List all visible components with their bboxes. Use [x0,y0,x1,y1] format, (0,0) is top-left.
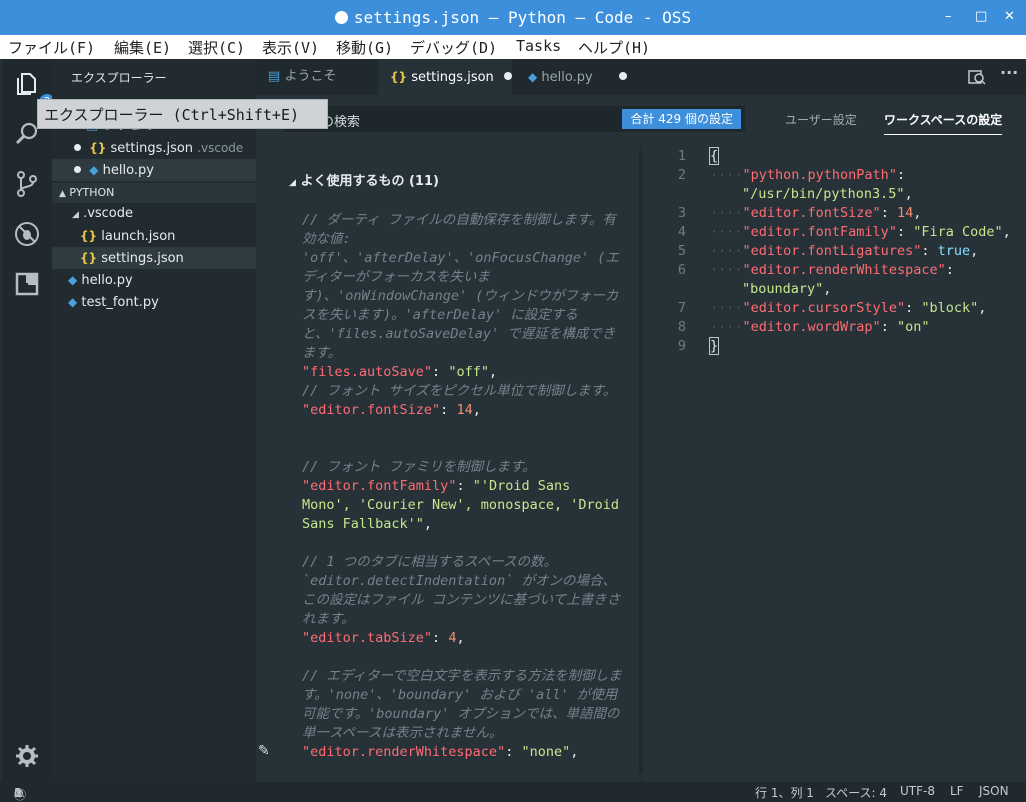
settings-search-input[interactable]: の検索 合計 429 個の設定 [283,106,745,132]
default-settings-pane: ◢ よく使用するもの (11) // ダーティ ファイルの自動保存を制御します。… [256,144,643,782]
line-number: 8 [677,319,686,335]
open-side-icon[interactable] [968,68,986,86]
python-file-icon: ◆ [528,70,538,84]
unsaved-dot-icon[interactable] [503,72,512,80]
python-file-icon: ◆ [68,273,78,287]
json-file-icon: {} [390,70,408,84]
sidebar-title: エクスプローラー [71,71,167,85]
line-number: 3 [677,205,686,221]
extensions-icon[interactable] [13,270,41,298]
explorer-sidebar: エクスプローラー ▤ ようこそ {} settings.json .vscode… [52,59,256,782]
menu-file[interactable]: ファイル(F) [8,37,95,58]
editor-tab-bar: ▤ ようこそ {} settings.json ◆ hello.py ··· [256,59,1026,95]
line-number: 9 [677,338,686,354]
text-cursor: { [708,147,720,165]
chevron-down-icon: ▲ [59,189,66,199]
menu-edit[interactable]: 編集(E) [114,37,171,58]
workspace-settings-editor[interactable]: 1 2 3 4 5 6 7 8 9 { ····"python.pythonPa… [641,144,1026,782]
status-bar: ⊗ 1 ⚠ 0 ⓘ 3 行 1、列 1 スペース: 4 UTF-8 LF JSO… [0,782,1026,802]
line-number: 7 [677,300,686,316]
menu-selection[interactable]: 選択(C) [188,37,245,58]
tab-hello-py[interactable]: ◆ hello.py [512,59,632,95]
cursor-position[interactable]: 行 1、列 1 [755,784,814,801]
settings-count-badge: 合計 429 個の設定 [622,109,741,129]
folder-section-header[interactable]: ▲ PYTHON [52,183,256,203]
unsaved-dot-icon [334,11,348,24]
chevron-down-icon: ◢ [289,178,296,188]
json-file-icon: {} [80,229,98,243]
user-settings-tab[interactable]: ユーザー設定 [785,111,857,128]
open-editor-hello[interactable]: ◆ hello.py [52,159,256,181]
python-file-icon: ◆ [89,163,99,177]
group-header[interactable]: ◢ よく使用するもの (11) [289,170,439,189]
gear-icon[interactable] [13,742,41,770]
unsaved-dot-icon[interactable] [618,72,627,80]
json-file-icon: {} [80,251,98,265]
menu-bar: ファイル(F) 編集(E) 選択(C) 表示(V) 移動(G) デバッグ(D) … [0,35,1026,59]
json-file-icon: {} [89,141,107,155]
setting-block: // 1 つのタブに相当するスペースの数。`editor.detectInden… [302,554,621,646]
maximize-button[interactable]: □ [975,9,987,24]
debug-icon[interactable] [13,220,41,248]
tab-welcome[interactable]: ▤ ようこそ [256,59,378,95]
source-control-icon[interactable] [13,170,41,198]
line-number: 5 [677,243,686,259]
workspace-settings-tab[interactable]: ワークスペースの設定 [884,111,1003,135]
setting-block: // エディターで空白文字を表示する方法を制御します。'none'、'bound… [302,668,622,760]
menu-debug[interactable]: デバッグ(D) [410,37,497,58]
unsaved-dot-icon [74,144,81,151]
close-button[interactable]: ✕ [1004,9,1015,24]
open-editor-settings[interactable]: {} settings.json .vscode [52,137,256,159]
tab-settings-json[interactable]: {} settings.json [378,59,512,95]
encoding[interactable]: UTF-8 [900,784,935,798]
tree-item-launch[interactable]: {} launch.json [52,225,256,247]
python-file-icon: ◆ [68,295,78,309]
menu-help[interactable]: ヘルプ(H) [578,37,650,58]
minimize-button[interactable]: – [945,9,952,24]
explorer-tooltip: エクスプローラー (Ctrl+Shift+E) [37,99,328,129]
window-title: settings.json — Python — Code - OSS [0,8,1026,27]
menu-go[interactable]: 移動(G) [336,37,393,58]
line-ending[interactable]: LF [950,784,964,798]
menu-tasks[interactable]: Tasks [516,37,561,55]
tree-item-settings[interactable]: {} settings.json [52,247,256,269]
language-mode[interactable]: JSON [979,784,1009,798]
setting-block: // フォント サイズをピクセル単位で制御します。 "editor.fontSi… [302,383,617,418]
title-bar: settings.json — Python — Code - OSS – □ … [0,0,1026,35]
chevron-down-icon: ◢ [72,210,79,220]
line-number: 1 [677,148,686,164]
more-actions-icon[interactable]: ··· [1000,63,1018,82]
welcome-icon: ▤ [268,69,281,84]
line-number: 2 [677,167,686,183]
closing-brace: } [708,337,720,355]
setting-block: // フォント ファミリを制御します。 "editor.fontFamily":… [302,459,619,532]
tree-item-vscode[interactable]: ◢ .vscode [52,203,256,225]
tree-item-hello[interactable]: ◆ hello.py [52,269,256,291]
explorer-icon[interactable]: 2 [13,70,55,110]
edit-pencil-icon[interactable]: ✎ [258,743,270,759]
line-number: 6 [677,262,686,278]
menu-view[interactable]: 表示(V) [262,37,319,58]
setting-block: // ダーティ ファイルの自動保存を制御します。有効な値: 'off'、'aft… [302,212,619,380]
tree-item-test-font[interactable]: ◆ test_font.py [52,291,256,313]
unsaved-dot-icon [74,166,81,173]
activity-bar: 2 [2,59,55,782]
indentation[interactable]: スペース: 4 [825,784,887,801]
line-number: 4 [677,224,686,240]
